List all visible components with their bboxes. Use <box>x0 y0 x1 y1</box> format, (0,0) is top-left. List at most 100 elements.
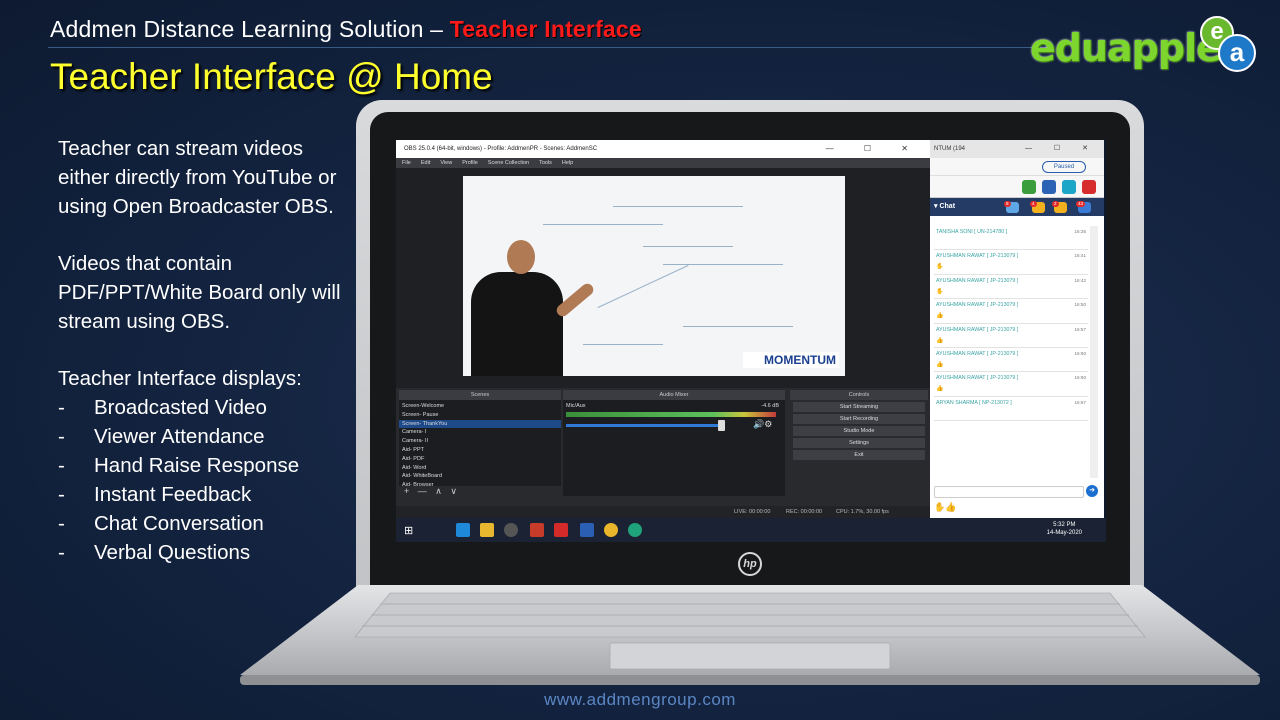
obs-menu-item[interactable]: File <box>402 158 411 168</box>
bullet-marker: - <box>58 541 65 564</box>
obs-statusbar: LIVE: 00:00:00 REC: 00:00:00 CPU: 1.7%, … <box>396 506 930 518</box>
mixer-body: Mic/Aux -4.6 dB 🔊⚙ <box>563 400 785 496</box>
scene-item[interactable]: Aid- WhiteBoard <box>399 472 561 481</box>
slide-body: Teacher can stream videos either directl… <box>58 134 358 567</box>
control-button[interactable]: Start Streaming <box>793 402 925 412</box>
skype-icon[interactable] <box>456 523 470 537</box>
refresh-icon[interactable] <box>1062 180 1076 194</box>
obs-menu-item[interactable]: Help <box>562 158 573 168</box>
chat-reaction-icon: 👍 <box>936 386 944 393</box>
control-button[interactable]: Settings <box>793 438 925 448</box>
control-button[interactable]: Studio Mode <box>793 426 925 436</box>
obs-menu-item[interactable]: Profile <box>462 158 478 168</box>
obs-menubar: File Edit View Profile Scene Collection Tools… <box>396 158 930 168</box>
board-writing <box>683 326 793 327</box>
mixer-dock-header: Audio Mixer <box>563 390 785 400</box>
chat-sender: TANISHA SONI [ UN-214780 ] <box>936 229 1008 235</box>
chat-message: AYUSHMAN RAWAT [ JP-213079 ] 16:57 👍 <box>934 324 1088 348</box>
feature-label: Hand Raise Response <box>94 454 300 477</box>
word-icon[interactable] <box>580 523 594 537</box>
paused-button[interactable]: Paused <box>1042 161 1086 173</box>
slide-subtitle: Addmen Distance Learning Solution – Teac… <box>50 16 642 43</box>
scenes-list: Screen-Welcome Screen- Pause Screen- Thank… <box>399 400 561 488</box>
obs-window: OBS 25.0.4 (64-bit, windows) - Profile: … <box>396 140 930 518</box>
tray-date: 14-May-2020 <box>1046 530 1082 536</box>
chat-input[interactable] <box>934 486 1084 498</box>
feature-label: Instant Feedback <box>94 483 252 506</box>
reaction-icons[interactable]: ✋👍 <box>934 502 956 513</box>
send-icon[interactable]: ➜ <box>1086 485 1098 497</box>
teacher-head <box>507 240 535 274</box>
obs-app-icon[interactable] <box>504 523 518 537</box>
feature-list-item: - Chat Conversation <box>58 509 358 538</box>
scene-item[interactable]: Screen- ThankYou <box>399 419 561 429</box>
rec-time: REC: 00:00:00 <box>786 509 823 515</box>
chat-sender: ARYAN SHARMA [ NP-213072 ] <box>936 399 1012 406</box>
question-icon[interactable]: 43 <box>1076 201 1091 213</box>
volume-slider[interactable] <box>566 424 721 427</box>
mixer-source: Mic/Aux <box>566 403 586 409</box>
footer-url[interactable]: www.addmengroup.com <box>0 690 1280 710</box>
browser-tab[interactable]: NTUM (194 <box>934 146 965 152</box>
question-badge: 43 <box>1076 201 1086 207</box>
download-icon[interactable] <box>1022 180 1036 194</box>
chat-title: ▾ Chat <box>934 203 956 210</box>
browser-window-controls[interactable]: — ☐ ✕ <box>1025 140 1098 158</box>
chat-time: 16:42 <box>1074 277 1087 283</box>
scene-item[interactable]: Screen-Welcome <box>399 402 561 411</box>
obs-menu-item[interactable]: Edit <box>421 158 430 168</box>
chat-sender: AYUSHMAN RAWAT [ JP-213079 ] <box>936 350 1019 357</box>
tray-time: 5:32 PM <box>1053 522 1076 528</box>
attendance-badge: 8 <box>1004 201 1011 207</box>
tray-clock[interactable]: 5:32 PM 14-May-2020 <box>1047 521 1082 537</box>
obs-menu-item[interactable]: Scene Collection <box>488 158 529 168</box>
scene-item[interactable]: Camera- I <box>399 428 561 437</box>
scene-tools[interactable]: + — ∧ ∨ <box>399 486 561 496</box>
obs-window-controls[interactable]: — ☐ ✕ <box>826 140 922 158</box>
controls-list: Start Streaming Start Recording Studio Mod… <box>790 402 928 460</box>
powerpoint-icon[interactable] <box>530 523 544 537</box>
scene-item[interactable]: Camera- II <box>399 437 561 446</box>
momentum-watermark: MOMENTUM <box>743 352 839 368</box>
start-icon[interactable]: ⊞ <box>404 524 413 537</box>
chat-message: AYUSHMAN RAWAT [ JP-213079 ] 16:60 👍 <box>934 372 1088 397</box>
paragraph-streaming: Teacher can stream videos either directl… <box>58 137 337 218</box>
bullet-marker: - <box>58 483 65 506</box>
power-icon[interactable] <box>1082 180 1096 194</box>
pdf-icon[interactable] <box>554 523 568 537</box>
bullet-marker: - <box>58 454 65 477</box>
cpu-status: CPU: 1.7%, 30.00 fps <box>836 509 889 515</box>
chrome-icon[interactable] <box>604 523 618 537</box>
control-button[interactable]: Exit <box>793 450 925 460</box>
obs-menu-item[interactable]: Tools <box>539 158 552 168</box>
subtitle-accent: Teacher Interface <box>449 16 642 42</box>
control-button[interactable]: Start Recording <box>793 414 925 424</box>
hp-logo-icon: hp <box>738 552 762 576</box>
scene-item[interactable]: Screen- Pause <box>399 411 561 420</box>
scenes-dock-header: Scenes <box>399 390 561 400</box>
bullet-marker: - <box>58 512 65 535</box>
hand-raise-icon[interactable]: 2 <box>1052 201 1067 213</box>
thumbs-up-icon[interactable]: 4 <box>1030 201 1045 213</box>
paragraph-obs: Videos that contain PDF/PPT/White Board … <box>58 252 341 333</box>
obs-preview: MOMENTUM <box>396 168 930 388</box>
explorer-icon[interactable] <box>480 523 494 537</box>
chat-scrollbar[interactable] <box>1090 226 1098 478</box>
scene-item[interactable]: Aid- PPT <box>399 446 561 455</box>
chat-time: 16:57 <box>1074 326 1087 332</box>
obs-menu-item[interactable]: View <box>440 158 452 168</box>
obs-docks: Scenes Screen-Welcome Screen- Pause Screen… <box>396 390 930 518</box>
logo-a: a <box>1218 34 1256 72</box>
feature-label: Broadcasted Video <box>94 396 267 419</box>
scene-item[interactable]: Aid- Word <box>399 464 561 473</box>
mixer-speaker-gear-icon[interactable]: 🔊⚙ <box>753 419 772 430</box>
scene-item[interactable]: Aid- PDF <box>399 455 561 464</box>
feature-list-item: - Broadcasted Video <box>58 393 358 422</box>
chat-list: TANISHA SONI [ UN-214780 ] 16:36 AYUSHMAN … <box>934 226 1088 422</box>
attendance-icon[interactable]: 8 <box>1004 201 1019 213</box>
broadcast-video: MOMENTUM <box>463 176 845 376</box>
home-icon[interactable] <box>1042 180 1056 194</box>
board-writing <box>613 206 743 207</box>
eduapplet-icon[interactable] <box>628 523 642 537</box>
volume-slider-knob[interactable] <box>717 420 725 431</box>
